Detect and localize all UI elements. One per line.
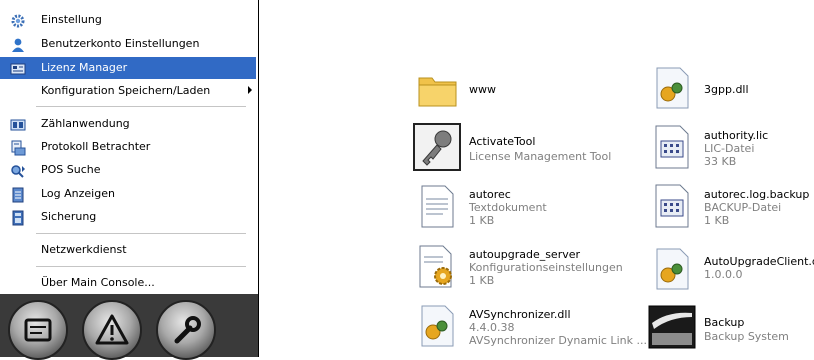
menu-item-ueber[interactable]: Über Main Console... [0, 272, 256, 294]
panel-divider [258, 0, 259, 357]
file-type: Konfigurationseinstellungen [469, 261, 623, 274]
license-icon [10, 63, 26, 75]
file-name: www [469, 83, 496, 96]
menu-item-label: Zählanwendung [41, 117, 130, 130]
file-name: autorec [469, 188, 511, 201]
warning-icon [95, 314, 129, 345]
menu-item-konfiguration[interactable]: Konfiguration Speichern/Laden [0, 80, 256, 102]
file-item-authority-lic[interactable]: authority.lic LIC-Datei 33 KB [648, 123, 808, 175]
file-item-3gpp-dll[interactable]: 3gpp.dll [648, 64, 808, 114]
file-name: autorec.log.backup [704, 188, 810, 201]
file-item-activatetool[interactable]: ActivateTool License Management Tool [413, 123, 633, 175]
file-item-avsynchronizer-dll[interactable]: AVSynchronizer.dll 4.4.0.38 AVSynchroniz… [413, 302, 647, 354]
dll-icon [656, 248, 689, 290]
file-item-backup[interactable]: Backup Backup System [648, 303, 808, 355]
file-description: Backup System [704, 330, 789, 343]
menu-item-label: Log Anzeigen [41, 187, 115, 200]
file-name: authority.lic [704, 129, 769, 142]
file-name: autoupgrade_server [469, 248, 581, 261]
file-item-www[interactable]: www [414, 66, 614, 116]
menu-item-benutzerkonto[interactable]: Benutzerkonto Einstellungen [0, 33, 256, 55]
menu-item-einstellung[interactable]: Einstellung [0, 9, 256, 31]
menu-item-netzwerkdienst[interactable]: Netzwerkdienst [0, 239, 256, 261]
warning-button[interactable] [82, 300, 142, 360]
file-item-autoupgrade-server[interactable]: autoupgrade_server Konfigurationseinstel… [413, 242, 633, 294]
menu-item-label: Netzwerkdienst [41, 243, 127, 256]
file-name: AVSynchronizer.dll [469, 308, 571, 321]
menu-item-label: Über Main Console... [41, 276, 155, 289]
file-size: 1 KB [704, 214, 730, 227]
file-type: BACKUP-Datei [704, 201, 782, 214]
menu-item-label: Protokoll Betrachter [41, 140, 151, 153]
submenu-arrow-icon [248, 86, 252, 94]
menu-separator [36, 106, 246, 107]
console-icon [24, 318, 52, 342]
gear-icon [11, 14, 25, 28]
search-icon [11, 165, 25, 178]
backup-app-icon [648, 305, 696, 349]
dll-icon [421, 305, 454, 347]
menu-item-sicherung[interactable]: Sicherung [0, 206, 256, 228]
generic-file-icon [655, 125, 689, 169]
backup-icon [12, 210, 24, 226]
menu-item-label: Benutzerkonto Einstellungen [41, 37, 200, 50]
folder-icon [418, 77, 457, 107]
file-name: 3gpp.dll [704, 83, 749, 96]
file-size: 33 KB [704, 155, 737, 168]
menu-item-label: Sicherung [41, 210, 97, 223]
tools-button[interactable] [156, 300, 216, 360]
file-name: AutoUpgradeClient.dll [704, 255, 814, 268]
file-size: 1 KB [469, 274, 495, 287]
file-name: Backup [704, 316, 745, 329]
file-item-autoupgradeclient-dll[interactable]: AutoUpgradeClient.dll 1.0.0.0 [648, 245, 814, 295]
file-type: LIC-Datei [704, 142, 755, 155]
console-button[interactable] [8, 300, 68, 360]
file-name: ActivateTool [469, 135, 536, 148]
file-description: AVSynchronizer Dynamic Link ... [469, 334, 647, 347]
file-description: License Management Tool [469, 150, 612, 163]
file-version: 1.0.0.0 [704, 268, 743, 281]
counter-icon [10, 119, 26, 131]
menu-separator [36, 233, 246, 234]
menu-item-label: Konfiguration Speichern/Laden [41, 84, 211, 97]
file-item-autorec-log-backup[interactable]: autorec.log.backup BACKUP-Datei 1 KB [648, 182, 810, 234]
protocol-icon [11, 140, 26, 156]
file-version: 4.4.0.38 [469, 321, 515, 334]
menu-item-label: Einstellung [41, 13, 102, 26]
menu-item-label: Lizenz Manager [41, 61, 128, 74]
file-item-autorec[interactable]: autorec Textdokument 1 KB [413, 182, 613, 234]
menu-separator [36, 266, 246, 267]
menu-item-label: POS Suche [41, 163, 101, 176]
generic-file-icon [655, 184, 689, 228]
user-icon [12, 38, 24, 52]
menu-item-protokoll-betrachter[interactable]: Protokoll Betrachter [0, 136, 256, 158]
wrench-icon [174, 316, 201, 344]
menu-item-lizenz-manager[interactable]: Lizenz Manager [0, 57, 256, 79]
menu-item-log-anzeigen[interactable]: Log Anzeigen [0, 183, 256, 205]
dll-icon [656, 67, 689, 109]
key-icon [413, 123, 461, 171]
log-icon [12, 187, 24, 203]
context-menu: Einstellung Benutzerkonto Einstellungen … [0, 0, 258, 294]
config-file-icon [419, 245, 452, 288]
text-file-icon [421, 185, 454, 228]
menu-item-zaehlanwendung[interactable]: Zählanwendung [0, 113, 256, 135]
menu-item-pos-suche[interactable]: POS Suche [0, 159, 256, 181]
file-size: 1 KB [469, 214, 495, 227]
taskbar [0, 294, 258, 360]
file-type: Textdokument [469, 201, 547, 214]
